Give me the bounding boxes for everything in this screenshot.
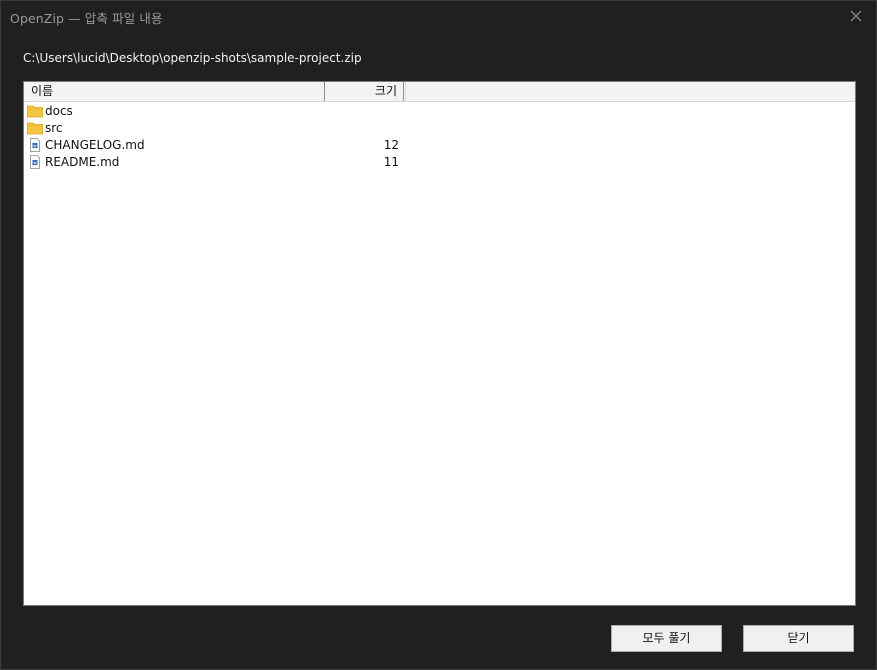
file-icon [27, 155, 43, 169]
item-size: 12 [383, 138, 399, 152]
extract-all-button[interactable]: 모두 풀기 [611, 625, 722, 652]
list-header: 이름 크기 [24, 82, 855, 102]
folder-icon [27, 121, 43, 135]
item-name: CHANGELOG.md [45, 138, 145, 152]
title-bar: OpenZip — 압축 파일 내용 [1, 1, 876, 33]
window-title: OpenZip — 압축 파일 내용 [10, 11, 163, 26]
column-header-name[interactable]: 이름 [24, 82, 325, 101]
list-rows: docs src CHANGELOG.md 12 README.md 11 [24, 103, 855, 171]
archive-file-list[interactable]: 이름 크기 docs src CHANGELOG.md 12 README.md… [23, 81, 856, 606]
item-name: docs [45, 104, 73, 118]
archive-path: C:\Users\lucid\Desktop\openzip-shots\sam… [23, 51, 362, 65]
item-size: 11 [383, 155, 399, 169]
close-button[interactable]: 닫기 [743, 625, 854, 652]
column-header-size[interactable]: 크기 [325, 82, 404, 101]
item-name: README.md [45, 155, 120, 169]
folder-icon [27, 104, 43, 118]
close-icon [850, 10, 862, 22]
column-divider [405, 82, 406, 101]
window-close-button[interactable] [836, 1, 876, 31]
list-item[interactable]: src [24, 120, 855, 137]
item-name: src [45, 121, 63, 135]
list-item[interactable]: docs [24, 103, 855, 120]
list-item[interactable]: README.md 11 [24, 154, 855, 171]
archive-contents-dialog: OpenZip — 압축 파일 내용 C:\Users\lucid\Deskto… [0, 0, 877, 670]
file-icon [27, 138, 43, 152]
list-item[interactable]: CHANGELOG.md 12 [24, 137, 855, 154]
